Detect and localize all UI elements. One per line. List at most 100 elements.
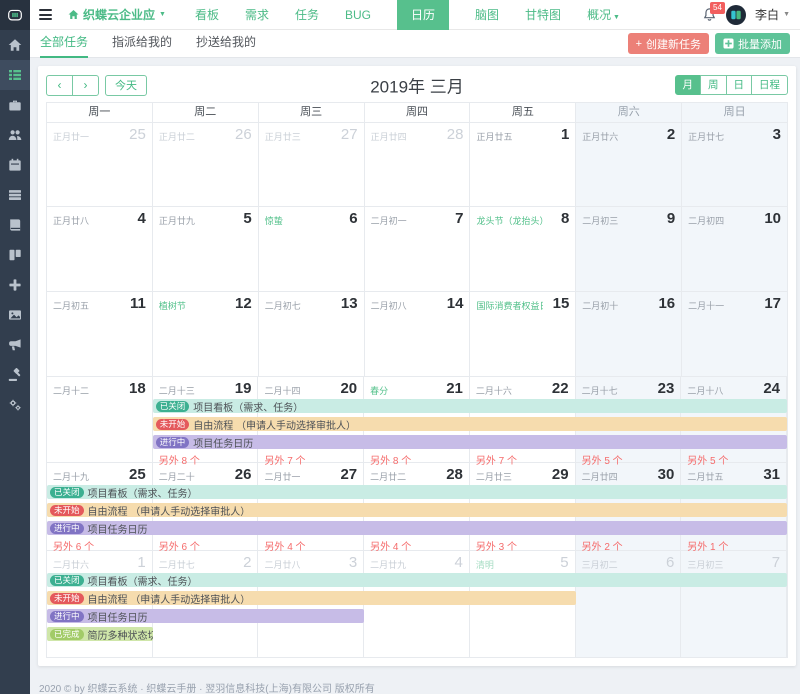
more-events-link[interactable]: 另外 4 个 [370,538,411,553]
event-bar-in_progress[interactable]: 进行中项目任务日历 [47,521,787,535]
more-events-link[interactable]: 另外 2 个 [582,538,623,553]
sidebar-item-tasks[interactable] [0,180,30,210]
batch-add-button[interactable]: 批量添加 [715,33,790,54]
more-events-link[interactable]: 另外 5 个 [582,452,623,467]
gears-icon [8,398,22,412]
sidebar-item-image[interactable] [0,300,30,330]
more-events-link[interactable]: 另外 7 个 [264,452,305,467]
day-cell[interactable]: 二月初三9 [576,207,682,291]
day-number: 28 [446,466,463,483]
nav-item-日历[interactable]: 日历 [397,0,449,30]
more-events-link[interactable]: 另外 4 个 [264,538,305,553]
more-events-link[interactable]: 另外 6 个 [53,538,94,553]
event-bar-closed[interactable]: 已关闭项目看板（需求、任务） [153,399,787,413]
more-events-link[interactable]: 另外 6 个 [159,538,200,553]
calendar-grid: 周一周二周三周四周五周六周日 正月廿一25正月廿二26正月廿三27正月廿四28正… [46,102,788,658]
hamburger-menu-icon[interactable] [39,9,52,20]
view-button-日程[interactable]: 日程 [751,75,788,95]
sidebar-item-gears[interactable] [0,390,30,420]
sidebar-item-home[interactable] [0,30,30,60]
day-cell[interactable]: 正月廿七3 [682,123,787,206]
day-cell[interactable]: 正月廿三27 [259,123,365,206]
status-badge: 已关闭 [50,487,84,498]
more-events-link[interactable]: 另外 1 个 [687,538,728,553]
event-bar-completed[interactable]: 已完成简历多种状态切换查看 [47,627,153,641]
day-cell[interactable]: 二月初一7 [365,207,471,291]
lunar-label: 二月廿二 [370,466,406,483]
day-cell[interactable]: 正月廿五1 [470,123,576,206]
plus-icon [8,278,22,292]
more-events-link[interactable]: 另外 3 个 [476,538,517,553]
sidebar-item-kanban[interactable] [0,240,30,270]
day-header-周日: 周日 [682,103,787,122]
view-button-日[interactable]: 日 [726,75,753,95]
event-bar-not_started[interactable]: 未开始自由流程 （申请人手动选择审批人） [47,591,576,605]
tab-指派给我的[interactable]: 指派给我的 [112,30,172,58]
day-cell[interactable]: 三月初三7 [681,551,787,657]
day-cell[interactable]: 二月初四10 [682,207,787,291]
create-task-button[interactable]: +创建新任务 [628,33,709,54]
day-cell[interactable]: 二月初十16 [576,292,682,376]
next-month-button[interactable]: › [72,75,99,96]
day-cell[interactable]: 二月初五11 [47,292,153,376]
lunar-label: 二月初七 [265,295,301,312]
day-cell[interactable]: 二月初八14 [365,292,471,376]
sidebar-item-gavel[interactable] [0,360,30,390]
nav-item-甘特图[interactable]: 甘特图 [525,0,561,30]
sidebar-item-briefcase[interactable] [0,90,30,120]
day-cell[interactable]: 正月廿八4 [47,207,153,291]
event-bar-in_progress[interactable]: 进行中项目任务日历 [153,435,787,449]
tab-全部任务[interactable]: 全部任务 [40,30,88,58]
event-bar-closed[interactable]: 已关闭项目看板（需求、任务） [47,573,787,587]
more-events-link[interactable]: 另外 8 个 [370,452,411,467]
day-cell[interactable]: 三月初二6 [576,551,682,657]
day-cell[interactable]: 龙头节（龙抬头）8 [470,207,576,291]
today-button[interactable]: 今天 [105,75,147,96]
day-cell[interactable]: 正月廿四28 [365,123,471,206]
more-events-link[interactable]: 另外 7 个 [476,452,517,467]
workspace-switcher[interactable]: 织蝶云企业应 ▼ [68,6,166,23]
sidebar-item-calendar[interactable] [0,150,30,180]
username: 李白 [755,6,779,23]
event-bar-closed[interactable]: 已关闭项目看板（需求、任务） [47,485,787,499]
sidebar-item-team[interactable] [0,120,30,150]
view-button-月[interactable]: 月 [675,75,702,95]
day-cell[interactable]: 惊蛰6 [259,207,365,291]
day-number: 31 [763,466,780,483]
more-events-link[interactable]: 另外 5 个 [687,452,728,467]
notification-badge: 54 [710,2,725,14]
sidebar-item-book[interactable] [0,210,30,240]
sidebar-item-megaphone[interactable] [0,330,30,360]
nav-item-任务[interactable]: 任务 [295,0,319,30]
day-cell[interactable]: 正月廿二26 [153,123,259,206]
notification-bell[interactable]: 54 [702,7,717,22]
sidebar-item-plus[interactable] [0,270,30,300]
nav-item-看板[interactable]: 看板 [195,0,219,30]
day-cell[interactable]: 二月初七13 [259,292,365,376]
event-bar-in_progress[interactable]: 进行中项目任务日历 [47,609,364,623]
day-cell[interactable]: 二月十二18 [47,377,153,462]
day-cell[interactable]: 正月廿九5 [153,207,259,291]
lunar-label: 二月廿一 [264,466,300,483]
app-logo-icon[interactable] [0,0,30,30]
day-cell[interactable]: 植树节12 [153,292,259,376]
event-bar-not_started[interactable]: 未开始自由流程 （申请人手动选择审批人） [153,417,787,431]
day-cell[interactable]: 国际消费者权益日15 [470,292,576,376]
nav-item-脑图[interactable]: 脑图 [475,0,499,30]
status-badge: 未开始 [50,505,84,516]
event-bar-not_started[interactable]: 未开始自由流程 （申请人手动选择审批人） [47,503,787,517]
prev-month-button[interactable]: ‹ [46,75,73,96]
day-cell[interactable]: 正月廿六2 [576,123,682,206]
nav-item-概况[interactable]: 概况 ▼ [587,0,620,30]
lunar-label: 正月廿四 [371,126,407,143]
day-cell[interactable]: 正月廿一25 [47,123,153,206]
avatar[interactable] [726,5,746,25]
user-menu[interactable]: 李白 ▼ [755,6,790,23]
view-button-周[interactable]: 周 [700,75,727,95]
nav-item-BUG[interactable]: BUG [345,0,371,30]
nav-item-需求[interactable]: 需求 [245,0,269,30]
more-events-link[interactable]: 另外 8 个 [159,452,200,467]
tab-抄送给我的[interactable]: 抄送给我的 [196,30,256,58]
sidebar-item-list[interactable] [0,60,30,90]
day-cell[interactable]: 二月十一17 [682,292,787,376]
